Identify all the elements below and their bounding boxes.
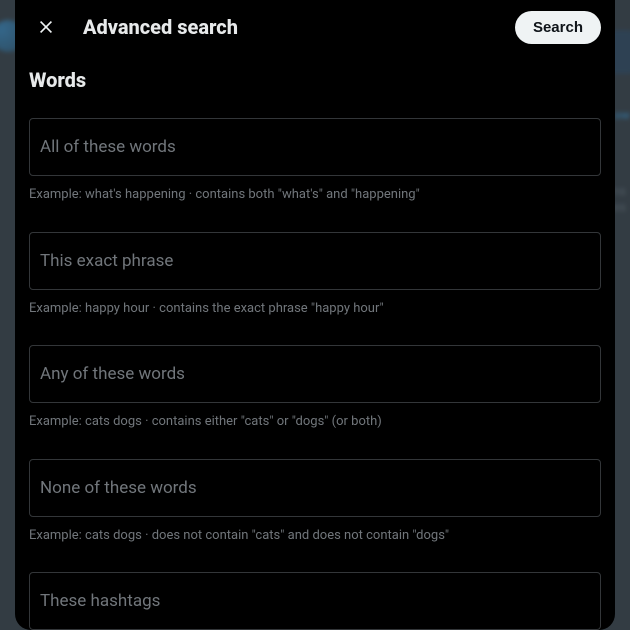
input-wrap-1[interactable]: This exact phrase (29, 232, 601, 290)
modal-body[interactable]: Words All of these words Example: what's … (15, 54, 615, 630)
field-group-3: None of these words Example: cats dogs · … (29, 459, 601, 545)
input-wrap-4[interactable]: These hashtags (29, 572, 601, 630)
example-text: Example: cats dogs · does not contain "c… (29, 527, 601, 545)
close-button[interactable] (29, 10, 63, 44)
input-wrap-0[interactable]: All of these words (29, 118, 601, 176)
field-group-1: This exact phrase Example: happy hour · c… (29, 232, 601, 318)
close-icon (36, 17, 56, 37)
input-wrap-3[interactable]: None of these words (29, 459, 601, 517)
example-text: Example: what's happening · contains bot… (29, 186, 601, 204)
modal-overlay: Advanced search Search Words All of thes… (0, 0, 630, 630)
modal-header: Advanced search Search (15, 0, 615, 54)
search-button[interactable]: Search (515, 11, 601, 44)
modal-title: Advanced search (83, 15, 495, 39)
field-group-2: Any of these words Example: cats dogs · c… (29, 345, 601, 431)
example-text: Example: cats dogs · contains either "ca… (29, 413, 601, 431)
section-title-words: Words (29, 68, 601, 92)
input-wrap-2[interactable]: Any of these words (29, 345, 601, 403)
example-text: Example: happy hour · contains the exact… (29, 300, 601, 318)
field-group-4: These hashtagsExample: #ThrowbackThursda… (29, 572, 601, 630)
field-group-0: All of these words Example: what's happen… (29, 118, 601, 204)
advanced-search-modal: Advanced search Search Words All of thes… (15, 0, 615, 630)
